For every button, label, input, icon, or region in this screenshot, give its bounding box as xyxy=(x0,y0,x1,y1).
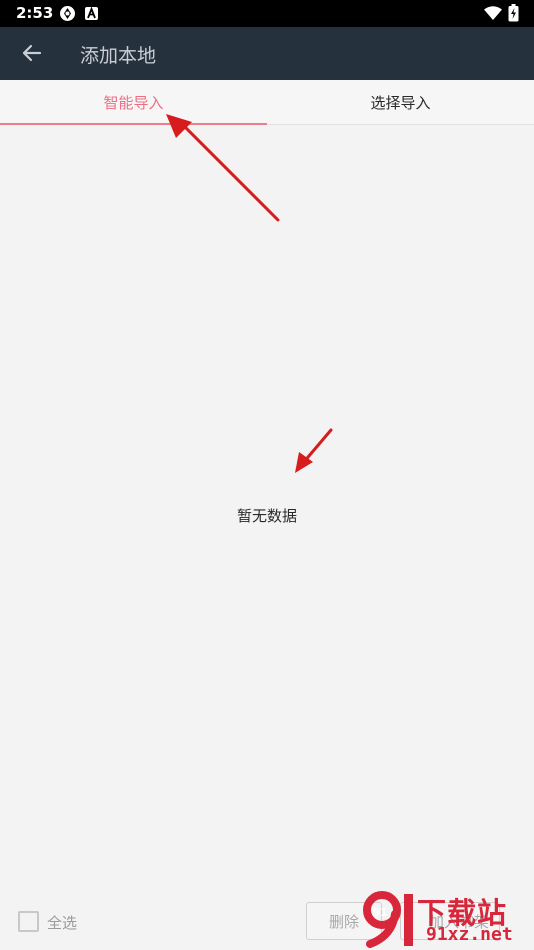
status-time: 2:53 xyxy=(16,4,54,22)
tab-smart-import[interactable]: 智能导入 xyxy=(0,80,267,125)
back-arrow-icon[interactable] xyxy=(18,39,46,67)
tab-select-import-label: 选择导入 xyxy=(370,94,431,112)
notification-a-icon xyxy=(85,7,98,20)
annotation-arrow-empty xyxy=(295,428,333,473)
page-title: 添加本地 xyxy=(80,45,157,67)
tab-bar: 智能导入 选择导入 xyxy=(0,80,534,125)
annotation-arrows xyxy=(166,114,333,473)
tab-smart-import-label: 智能导入 xyxy=(103,94,164,112)
active-tab-indicator xyxy=(0,123,267,125)
app-bar: 添加本地 xyxy=(0,27,534,80)
select-all-checkbox[interactable] xyxy=(18,911,39,932)
battery-icon xyxy=(508,4,519,22)
watermark-91-logo-icon: 91 xyxy=(363,891,413,948)
delete-button-label: 删除 xyxy=(328,912,359,931)
svg-text:91: 91 xyxy=(372,906,387,919)
tab-select-import[interactable]: 选择导入 xyxy=(267,80,534,125)
watermark-en-text: 91xz.net xyxy=(426,924,513,945)
wifi-icon xyxy=(484,6,502,20)
empty-state-text: 暂无数据 xyxy=(236,507,297,525)
annotation-arrow-tab xyxy=(166,114,280,222)
sync-icon xyxy=(60,6,75,21)
site-watermark-logo: 91 下载站 91xz.net xyxy=(362,888,534,950)
status-bar: 2:53 xyxy=(0,0,534,27)
select-all-label[interactable]: 全选 xyxy=(47,912,77,933)
